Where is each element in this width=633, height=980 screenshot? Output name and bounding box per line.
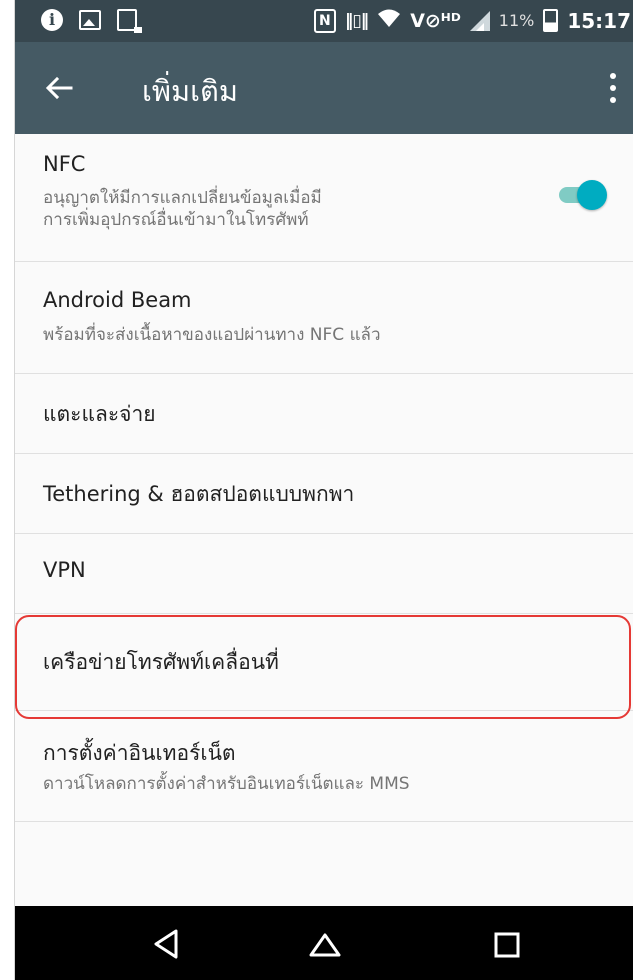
- setting-nfc[interactable]: NFC อนุญาตให้มีการแลกเปลี่ยนข้อมูลเมื่อม…: [15, 134, 633, 262]
- setting-title: VPN: [43, 558, 86, 582]
- app-bar: เพิ่มเติม: [15, 42, 633, 134]
- nav-recents-button[interactable]: [487, 924, 527, 964]
- volte-icon: V⊘ᴴᴰ: [410, 9, 461, 32]
- screenshot-icon: [117, 9, 142, 33]
- subtitle-line: การเพิ่มอุปกรณ์อื่นเข้ามาในโทรศัพท์: [43, 210, 309, 230]
- setting-title: แตะและจ่าย: [43, 402, 156, 426]
- status-time: 15:17: [567, 8, 631, 33]
- navigation-bar: [15, 906, 633, 980]
- setting-subtitle: ดาวน์โหลดการตั้งค่าสำหรับอินเทอร์เน็ตและ…: [43, 774, 410, 794]
- setting-title: Android Beam: [43, 288, 192, 312]
- wifi-icon: [377, 8, 401, 33]
- setting-subtitle: พร้อมที่จะส่งเนื้อหาของแอปผ่านทาง NFC แล…: [43, 325, 381, 345]
- overflow-menu-button[interactable]: [599, 66, 629, 110]
- setting-mobile-network[interactable]: เครือข่ายโทรศัพท์เคลื่อนที่: [15, 614, 633, 711]
- triangle-back-icon: [154, 929, 178, 959]
- arrow-left-icon: [45, 76, 73, 100]
- subtitle-line: อนุญาตให้มีการแลกเปลี่ยนข้อมูลเมื่อมี: [43, 188, 322, 208]
- setting-vpn[interactable]: VPN: [15, 534, 633, 614]
- nav-back-button[interactable]: [147, 924, 187, 964]
- vibrate-icon: ‖▯‖: [344, 10, 369, 31]
- phone-screen: i N ‖▯‖ V⊘ᴴᴰ 11% 15:17 เพิ่มเติม NFC อนุ…: [15, 0, 633, 980]
- signal-icon: [469, 10, 490, 31]
- setting-title: Tethering & ฮอตสปอตแบบพกพา: [43, 482, 355, 506]
- screenshot-frame: [0, 0, 15, 980]
- nav-home-button[interactable]: [305, 924, 345, 964]
- setting-title: NFC: [43, 152, 86, 176]
- settings-list: NFC อนุญาตให้มีการแลกเปลี่ยนข้อมูลเมื่อม…: [15, 134, 633, 822]
- setting-title: การตั้งค่าอินเทอร์เน็ต: [43, 741, 236, 765]
- recents-square-icon: [494, 932, 520, 958]
- battery-percent: 11%: [498, 11, 535, 30]
- nfc-toggle[interactable]: [555, 180, 609, 210]
- setting-tethering[interactable]: Tethering & ฮอตสปอตแบบพกพา: [15, 454, 633, 534]
- toggle-thumb: [577, 180, 607, 210]
- setting-internet-settings[interactable]: การตั้งค่าอินเทอร์เน็ต ดาวน์โหลดการตั้งค…: [15, 711, 633, 822]
- home-icon: [309, 933, 341, 957]
- setting-android-beam[interactable]: Android Beam พร้อมที่จะส่งเนื้อหาของแอปผ…: [15, 262, 633, 374]
- setting-tap-and-pay[interactable]: แตะและจ่าย: [15, 374, 633, 454]
- info-icon: i: [41, 9, 63, 31]
- nfc-icon: N: [313, 8, 336, 33]
- back-button[interactable]: [37, 66, 81, 110]
- battery-icon: [543, 9, 559, 32]
- image-icon: [79, 10, 101, 30]
- status-bar: i N ‖▯‖ V⊘ᴴᴰ 11% 15:17: [15, 0, 633, 42]
- setting-title: เครือข่ายโทรศัพท์เคลื่อนที่: [43, 650, 279, 674]
- page-title: เพิ่มเติม: [142, 74, 239, 108]
- setting-subtitle: อนุญาตให้มีการแลกเปลี่ยนข้อมูลเมื่อมี กา…: [43, 187, 523, 231]
